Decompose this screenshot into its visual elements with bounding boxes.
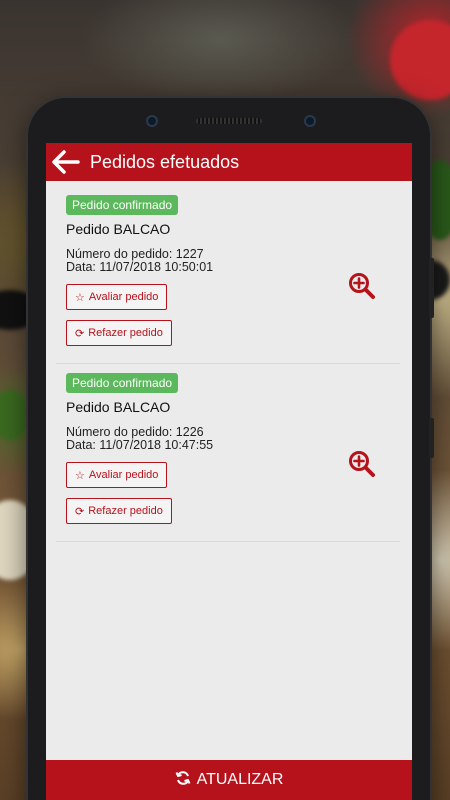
zoom-in-icon[interactable]	[348, 450, 376, 478]
status-badge: Pedido confirmado	[66, 195, 179, 215]
redo-order-label: Refazer pedido	[88, 505, 163, 517]
star-outline-icon: ☆	[75, 469, 85, 482]
order-type: Pedido BALCAO	[66, 399, 171, 415]
arrow-left-icon[interactable]	[52, 150, 80, 174]
refresh-icon: ⟳	[75, 327, 85, 340]
order-card: Pedido confirmado Pedido BALCAO Número d…	[56, 373, 400, 542]
power-button	[429, 418, 434, 458]
app-bar: Pedidos efetuados	[46, 143, 412, 181]
order-date: Data: 11/07/2018 10:47:55	[66, 438, 214, 452]
rate-order-button[interactable]: ☆ Avaliar pedido	[66, 284, 168, 310]
order-details: Número do pedido: 1226 Data: 11/07/2018 …	[66, 426, 213, 452]
app-screen: Pedidos efetuados Pedido confirmado Pedi…	[46, 143, 412, 800]
volume-button	[429, 258, 434, 318]
redo-order-button[interactable]: ⟳ Refazer pedido	[66, 498, 172, 524]
order-details: Número do pedido: 1227 Data: 11/07/2018 …	[66, 248, 213, 274]
refresh-icon	[175, 770, 191, 791]
refresh-button[interactable]: ATUALIZAR	[46, 760, 412, 800]
refresh-icon: ⟳	[75, 505, 85, 518]
order-type: Pedido BALCAO	[66, 221, 171, 237]
sensor	[146, 115, 158, 127]
front-camera	[304, 115, 316, 127]
redo-order-button[interactable]: ⟳ Refazer pedido	[66, 320, 172, 346]
refresh-label: ATUALIZAR	[196, 771, 284, 788]
redo-order-label: Refazer pedido	[88, 327, 163, 339]
rate-order-label: Avaliar pedido	[88, 291, 159, 303]
status-badge: Pedido confirmado	[66, 373, 179, 393]
star-outline-icon: ☆	[75, 291, 85, 304]
order-card: Pedido confirmado Pedido BALCAO Número d…	[56, 195, 400, 364]
rate-order-button[interactable]: ☆ Avaliar pedido	[66, 462, 168, 488]
order-date: Data: 11/07/2018 10:50:01	[66, 260, 214, 274]
speaker-grille	[196, 118, 262, 124]
zoom-in-icon[interactable]	[348, 272, 376, 300]
rate-order-label: Avaliar pedido	[88, 469, 159, 481]
page-title: Pedidos efetuados	[90, 151, 240, 172]
